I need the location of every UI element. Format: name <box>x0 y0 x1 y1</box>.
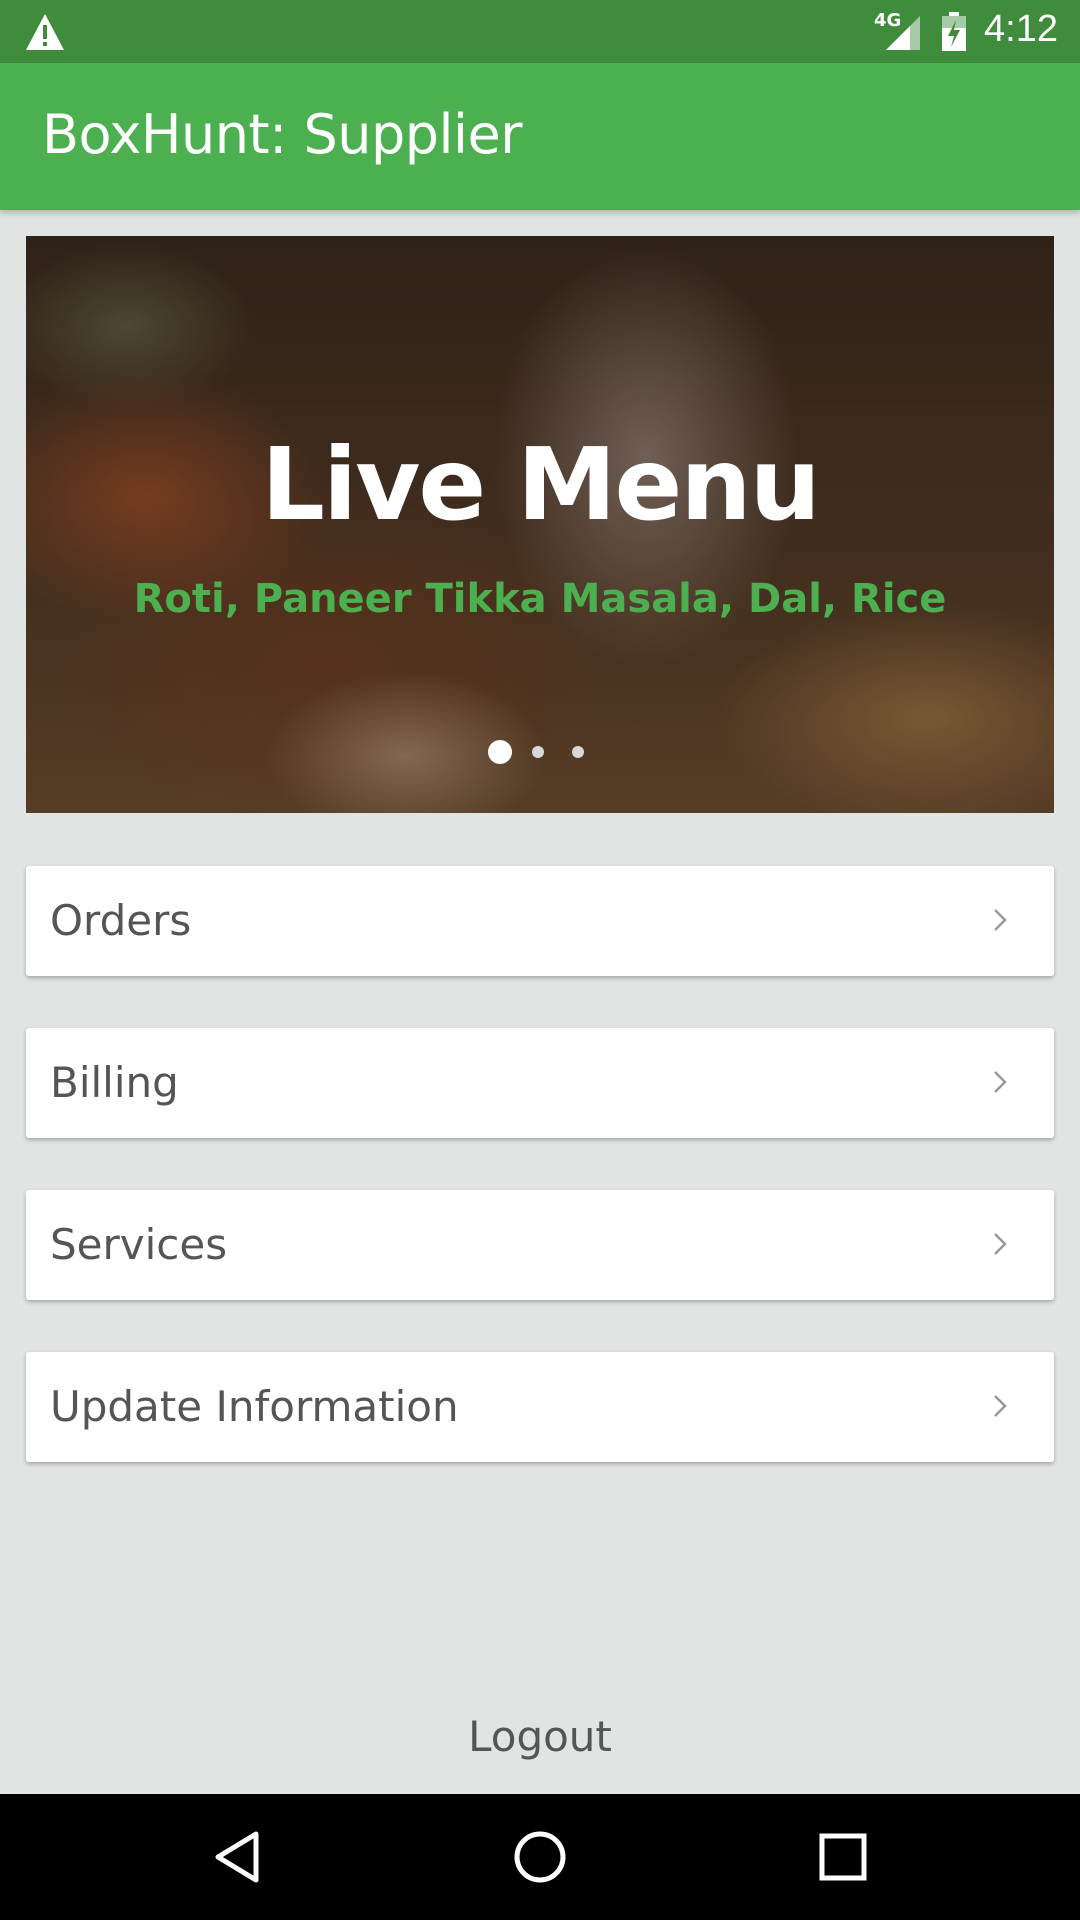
system-nav-bar <box>0 1794 1080 1920</box>
carousel-dot[interactable] <box>532 746 544 758</box>
menu-item-label: Services <box>50 1220 228 1269</box>
menu-item-label: Orders <box>50 896 192 945</box>
menu-item-label: Update Information <box>50 1382 459 1431</box>
app-title: BoxHunt: Supplier <box>42 103 522 166</box>
app-bar: BoxHunt: Supplier <box>0 63 1080 210</box>
battery-icon <box>942 12 966 51</box>
clock: 4:12 <box>984 8 1058 50</box>
status-bar: 4G 4:12 <box>0 0 1080 63</box>
carousel-indicator <box>26 740 1054 764</box>
billing-button[interactable]: Billing <box>26 1028 1054 1138</box>
carousel-dot-active[interactable] <box>488 740 512 764</box>
banner-subtitle: Roti, Paneer Tikka Masala, Dal, Rice <box>133 576 947 622</box>
chevron-right-icon <box>994 1395 1007 1417</box>
recents-icon[interactable] <box>818 1832 868 1882</box>
banner-title: Live Menu <box>261 426 821 543</box>
chevron-right-icon <box>994 1071 1007 1093</box>
back-icon[interactable] <box>212 1830 262 1884</box>
services-button[interactable]: Services <box>26 1190 1054 1300</box>
chevron-right-icon <box>994 1233 1007 1255</box>
menu-item-label: Billing <box>50 1058 179 1107</box>
carousel-dot[interactable] <box>572 746 584 758</box>
update-information-button[interactable]: Update Information <box>26 1352 1054 1462</box>
signal-icon <box>886 16 920 50</box>
live-menu-banner[interactable]: Live Menu Roti, Paneer Tikka Masala, Dal… <box>26 236 1054 813</box>
logout-button[interactable]: Logout <box>0 1712 1080 1761</box>
home-icon[interactable] <box>513 1830 567 1884</box>
orders-button[interactable]: Orders <box>26 866 1054 976</box>
chevron-right-icon <box>994 909 1007 931</box>
warning-icon <box>26 14 64 50</box>
